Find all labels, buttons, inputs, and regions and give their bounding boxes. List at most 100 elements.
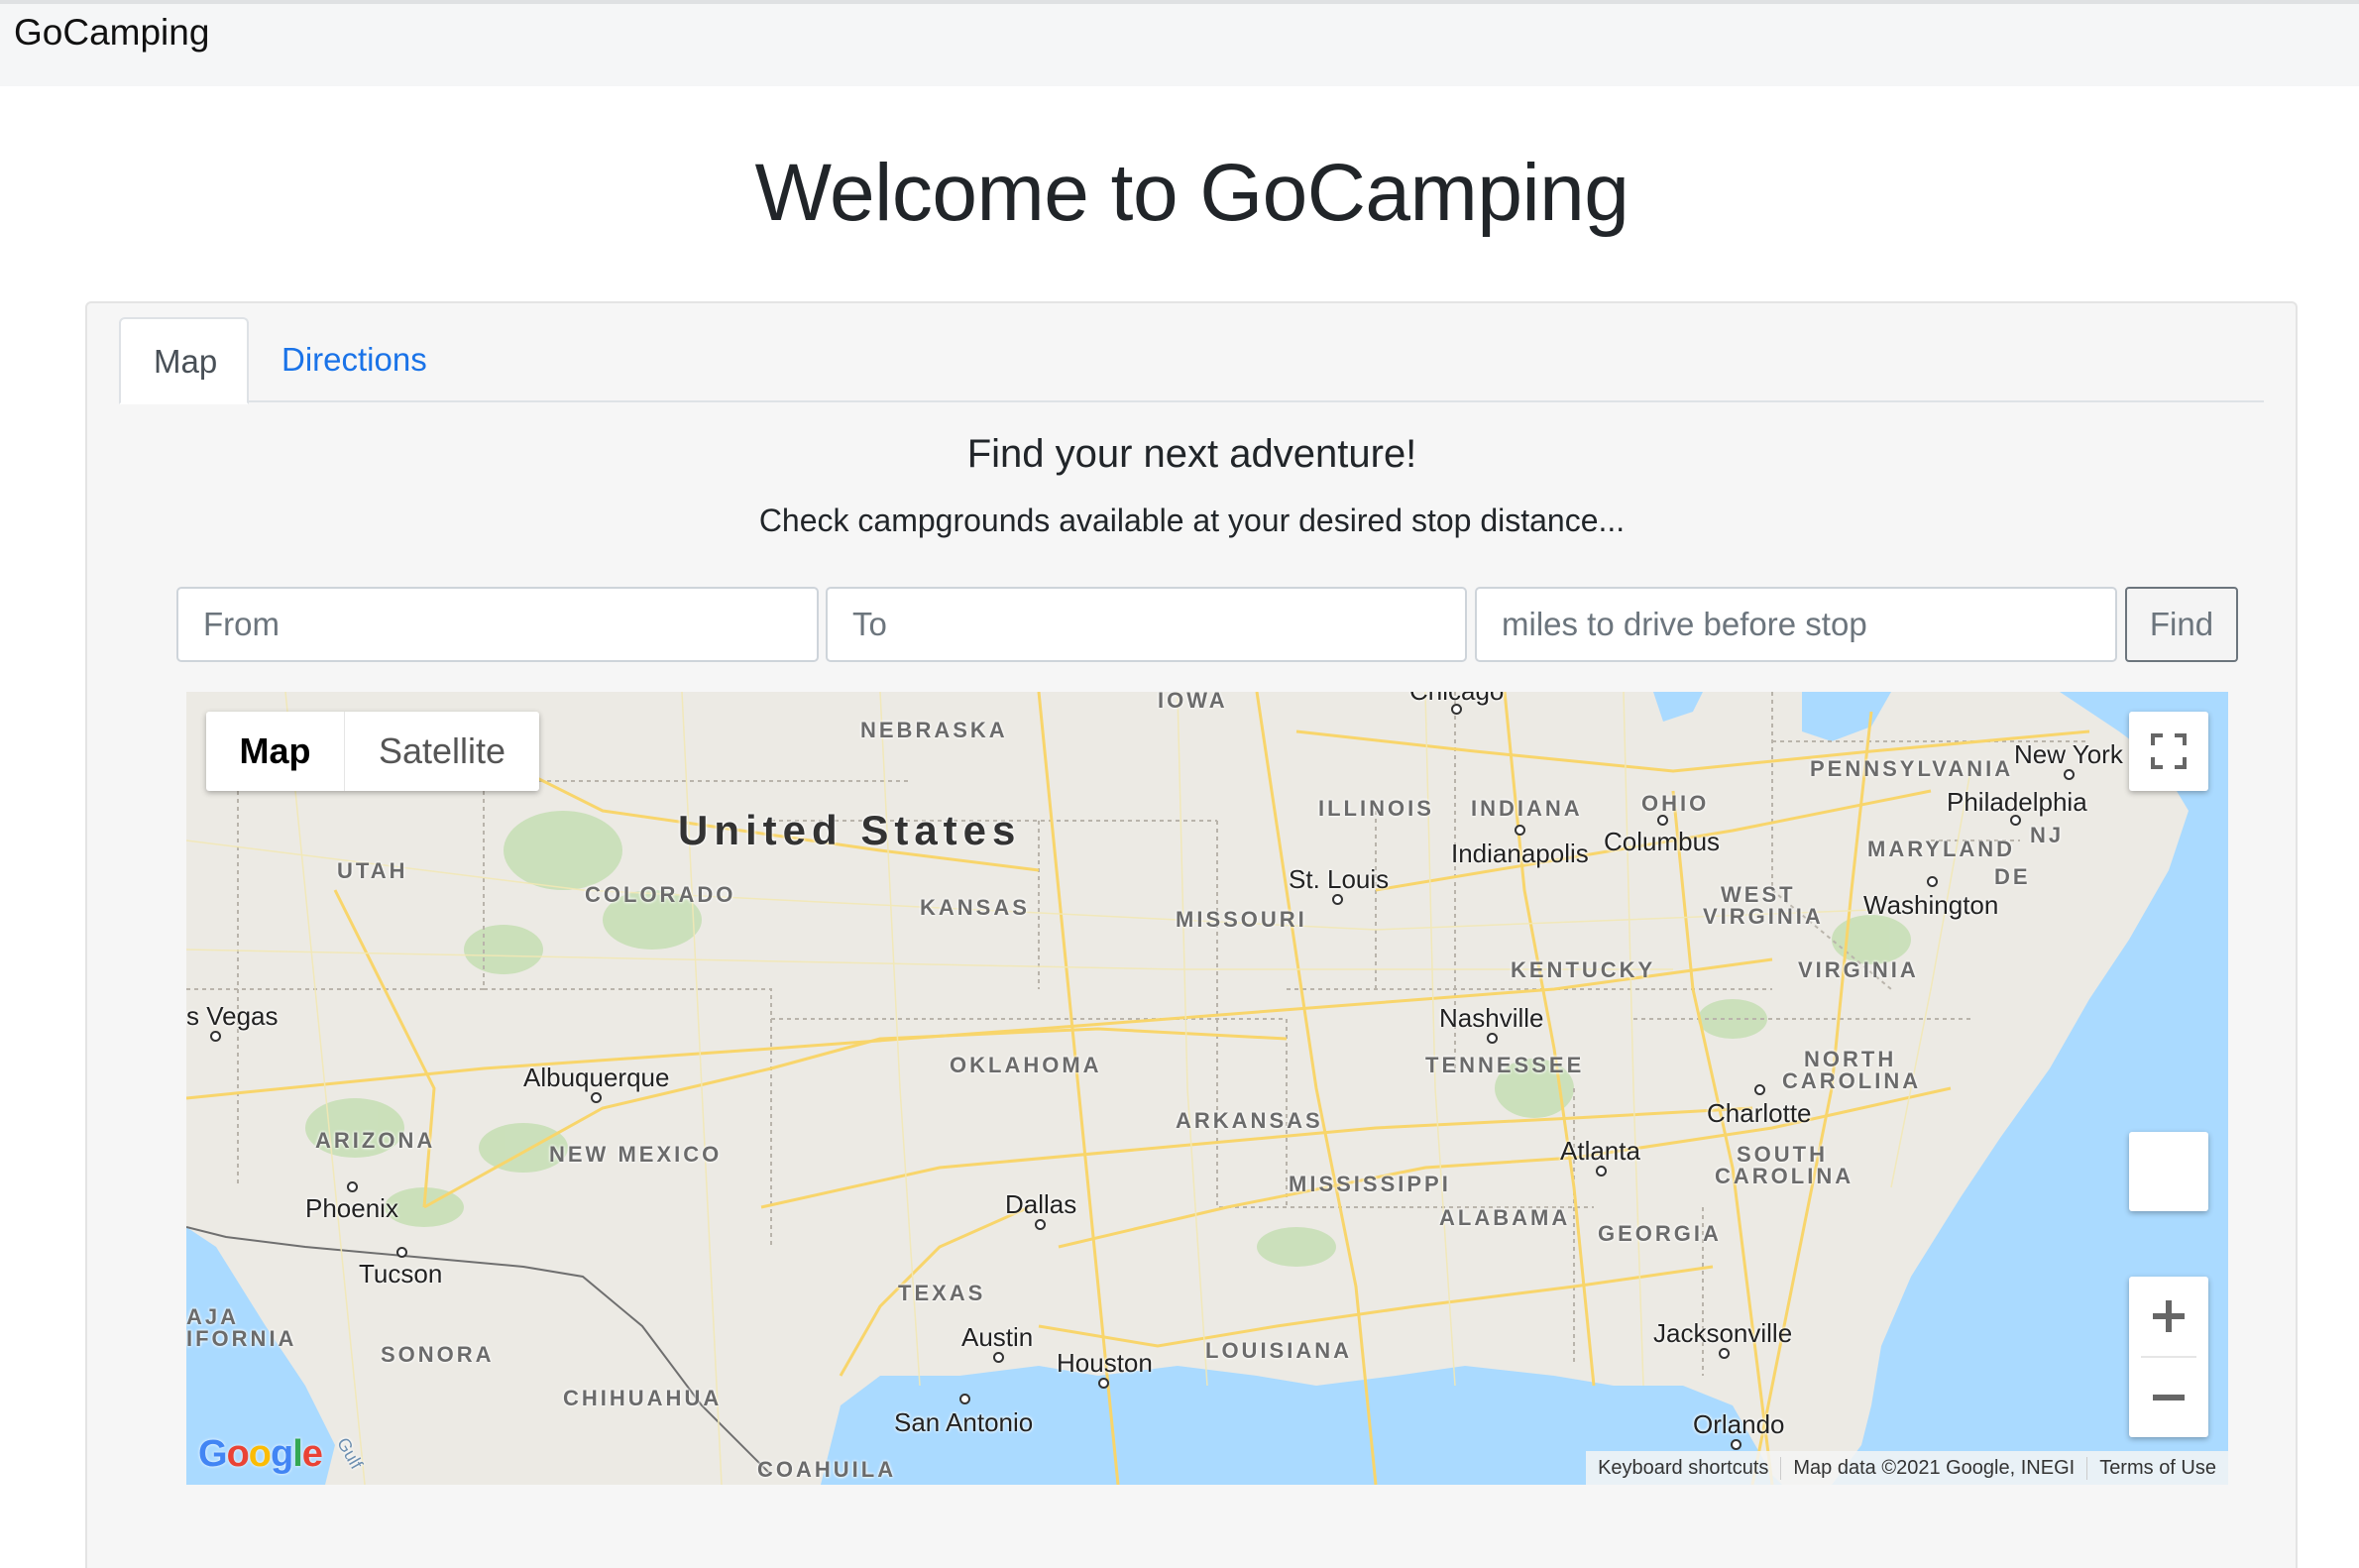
map-type-control: Map Satellite [206,712,539,791]
city-dot-indianapolis [1515,825,1525,836]
label-new-mexico: NEW MEXICO [549,1142,723,1167]
label-texas: TEXAS [898,1281,986,1305]
label-south-carolina-2: CAROLINA [1715,1164,1854,1188]
city-dot-new-york [2064,769,2075,780]
label-de: DE [1994,864,2031,889]
to-input[interactable] [826,587,1467,662]
page-title: Welcome to GoCamping [754,148,1629,238]
minus-icon [2153,1395,2185,1400]
street-view-pegman-button[interactable] [2129,1132,2208,1211]
city-tucson: Tucson [359,1259,443,1288]
tab-bar: Map Directions [119,317,2264,404]
city-columbus: Columbus [1604,827,1721,856]
zoom-control [2129,1277,2208,1437]
city-jacksonville: Jacksonville [1653,1318,1793,1348]
city-washington: Washington [1863,890,1999,920]
city-orlando: Orlando [1693,1409,1785,1439]
label-georgia: GEORGIA [1598,1221,1722,1246]
label-colorado: COLORADO [585,882,736,907]
city-dot-dallas [1035,1219,1046,1230]
city-indianapolis: Indianapolis [1451,839,1589,868]
map-type-map-button[interactable]: Map [206,712,345,791]
label-virginia: VIRGINIA [1798,957,1919,982]
map-canvas[interactable]: IOWA NEBRASKA UTAH COLORADO KANSAS MISSO… [186,692,2228,1485]
tab-map[interactable]: Map [119,317,249,404]
label-arkansas: ARKANSAS [1176,1108,1323,1133]
city-dot-houston [1098,1378,1109,1389]
city-austin: Austin [961,1322,1034,1352]
city-charlotte: Charlotte [1707,1098,1812,1128]
map-data-text: Map data ©2021 Google, INEGI [1781,1456,2088,1480]
brand-logo[interactable]: GoCamping [14,12,209,54]
label-utah: UTAH [337,858,408,883]
label-mississippi: MISSISSIPPI [1289,1172,1451,1196]
city-dallas: Dallas [1005,1189,1077,1219]
label-maryland: MARYLAND [1867,837,2016,861]
google-logo[interactable]: Google [198,1433,323,1476]
navbar: GoCamping [0,4,2359,86]
city-st-louis: St. Louis [1289,864,1390,894]
city-albuquerque: Albuquerque [523,1063,670,1092]
keyboard-shortcuts-link[interactable]: Keyboard shortcuts [1586,1456,1782,1480]
find-button[interactable]: Find [2125,587,2238,662]
label-indiana: INDIANA [1471,796,1583,821]
label-illinois: ILLINOIS [1318,796,1434,821]
map-type-satellite-button[interactable]: Satellite [345,712,539,791]
tab-directions[interactable]: Directions [249,317,460,402]
city-dot-washington [1927,876,1938,887]
plus-icon [2153,1300,2185,1332]
city-dot-columbus [1657,815,1668,826]
city-dot-tucson [396,1247,407,1258]
label-iowa: IOWA [1158,692,1228,713]
city-dot-albuquerque [591,1092,602,1103]
fullscreen-button[interactable] [2129,712,2208,791]
zoom-in-button[interactable] [2129,1277,2208,1356]
city-houston: Houston [1057,1348,1153,1378]
label-arizona: ARIZONA [315,1128,436,1153]
city-dot-charlotte [1754,1084,1765,1095]
city-san-antonio: San Antonio [894,1407,1034,1437]
label-tennessee: TENNESSEE [1425,1053,1585,1077]
city-new-york: New York [2014,739,2123,769]
label-united-states: United States [678,807,1022,853]
city-dot-nashville [1487,1033,1498,1044]
city-las-vegas: s Vegas [186,1001,279,1031]
label-missouri: MISSOURI [1176,907,1307,932]
city-dot-jacksonville [1719,1348,1730,1359]
label-chihuahua: CHIHUAHUA [563,1386,723,1410]
label-kentucky: KENTUCKY [1511,957,1656,982]
label-alabama: ALABAMA [1439,1205,1571,1230]
terms-of-use-link[interactable]: Terms of Use [2087,1457,2228,1480]
label-pennsylvania: PENNSYLVANIA [1810,756,2014,781]
city-dot-austin [993,1352,1004,1363]
label-north-carolina-2: CAROLINA [1782,1068,1922,1093]
city-dot-phoenix [347,1181,358,1192]
city-dot-chicago [1451,704,1462,715]
finder-subtext: Check campgrounds available at your desi… [758,503,1626,538]
finder-heading: Find your next adventure! [966,432,1417,476]
city-atlanta: Atlanta [1560,1136,1640,1166]
fullscreen-icon [2151,733,2187,769]
zoom-out-button[interactable] [2129,1358,2208,1437]
label-nebraska: NEBRASKA [860,718,1008,742]
label-ohio: OHIO [1641,791,1710,816]
city-nashville: Nashville [1439,1003,1544,1033]
city-philadelphia: Philadelphia [1947,787,2087,817]
city-dot-st-louis [1332,894,1343,905]
city-dot-philadelphia [2010,815,2021,826]
label-west-virginia-2: VIRGINIA [1703,904,1824,929]
label-louisiana: LOUISIANA [1205,1338,1352,1363]
label-sonora: SONORA [381,1342,495,1367]
label-coahuila: COAHUILA [757,1457,897,1482]
miles-input[interactable] [1475,587,2117,662]
city-phoenix: Phoenix [305,1193,398,1223]
city-dot-san-antonio [959,1394,970,1404]
map-attribution: Keyboard shortcuts Map data ©2021 Google… [1586,1451,2228,1485]
from-input[interactable] [176,587,819,662]
label-kansas: KANSAS [920,895,1030,920]
city-dot-las-vegas [210,1031,221,1042]
label-oklahoma: OKLAHOMA [950,1053,1102,1077]
label-nj: NJ [2030,823,2065,847]
label-baja-2: IFORNIA [186,1326,297,1351]
city-dot-atlanta [1596,1166,1607,1176]
